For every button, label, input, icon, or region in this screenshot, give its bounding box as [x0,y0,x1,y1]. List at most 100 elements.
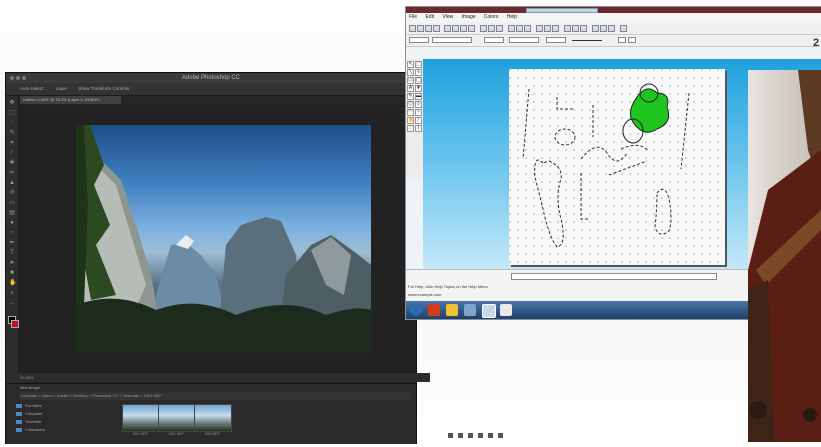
bold-icon[interactable] [536,25,543,32]
cut-icon[interactable] [444,25,451,32]
fill-tool-icon[interactable]: ▼ [415,85,422,92]
arrow-end-field[interactable] [628,37,636,43]
auto-select-label[interactable]: Auto-Select: [20,86,45,91]
hand-tool-icon[interactable]: ✋ [9,280,16,286]
layer-dropdown[interactable]: Layer [56,86,67,91]
history-brush-icon[interactable]: ↺ [9,190,15,196]
underline-icon[interactable] [552,25,559,32]
app-icon-red[interactable] [428,304,440,316]
healing-tool-icon[interactable]: ✚ [9,160,15,166]
desktop-icon[interactable] [448,433,453,438]
brush-tool-icon[interactable]: ✏ [9,170,15,176]
eraser-tool-icon[interactable]: ▬ [415,93,422,100]
line-field[interactable] [509,37,539,43]
type-tool-icon[interactable]: T [9,250,15,256]
hand-tool-icon[interactable]: ✋ [407,117,414,124]
tree-item[interactable]: Yosemite [16,418,111,426]
document-icon[interactable] [500,304,512,316]
menu-file[interactable]: File [409,14,417,20]
color-fill-icon[interactable] [592,25,599,32]
desktop-icon[interactable] [498,433,503,438]
blur-tool-icon[interactable]: ● [9,220,15,226]
menu-colors[interactable]: Colors [484,14,498,20]
pointer-tool-icon[interactable]: ↖ [407,61,414,68]
size-field[interactable] [484,37,504,43]
zoom-in-icon[interactable] [480,25,487,32]
quick-select-tool-icon[interactable]: ✎ [9,130,15,136]
background-color-swatch[interactable] [11,320,19,328]
move-tool-icon[interactable]: ✥ [9,100,15,106]
tree-item[interactable]: Computer [16,410,111,418]
curve-tool-icon[interactable]: ∿ [415,69,422,76]
desktop-icon[interactable] [488,433,493,438]
menu-help[interactable]: Help [507,14,517,20]
text-tool-icon[interactable]: A [407,85,414,92]
desktop-icon[interactable] [458,433,463,438]
close-dot[interactable] [10,76,14,80]
stamp-tool-icon[interactable]: ▲ [9,180,15,186]
spray-tool-icon[interactable]: ∴ [407,125,414,132]
brush-tool-icon[interactable]: ⌇ [415,125,422,132]
app-icon-blue[interactable] [464,304,476,316]
menu-view[interactable]: View [442,14,453,20]
thumbnail[interactable] [158,404,196,432]
menu-edit[interactable]: Edit [425,14,434,20]
line-tool-icon[interactable]: ╲ [407,69,414,76]
mini-bridge-path[interactable]: Computer > Users > Adobe > Desktop > Pho… [20,392,410,400]
zoom-level[interactable]: 33.33% [20,375,34,380]
eyedropper-tool-icon[interactable]: ⁄ [9,150,15,156]
arrow-start-field[interactable] [618,37,626,43]
eraser-tool-icon[interactable]: ▭ [9,200,15,206]
zoom-tool-icon[interactable]: ⌕ [415,101,422,108]
tree-item[interactable]: Favorites [16,402,111,410]
width-field[interactable] [546,37,566,43]
start-button-icon[interactable] [410,304,422,316]
desktop-icon[interactable] [478,433,483,438]
polygon-tool-icon[interactable]: ⬠ [407,101,414,108]
rotate-icon[interactable] [564,25,571,32]
style-field[interactable] [409,37,429,43]
print-icon[interactable] [433,25,440,32]
paint-app-icon[interactable] [482,304,496,318]
line-color-icon[interactable] [600,25,607,32]
text-color-icon[interactable] [608,25,615,32]
horizontal-scrollbar[interactable] [511,273,717,280]
ellipse-tool-icon[interactable]: ◯ [415,77,422,84]
italic-icon[interactable] [544,25,551,32]
copy-icon[interactable] [452,25,459,32]
show-transform-checkbox[interactable]: Show Transform Controls [78,86,129,91]
maximize-dot[interactable] [22,76,26,80]
help-icon[interactable] [620,25,627,32]
folder-icon[interactable] [446,304,458,316]
menu-image[interactable]: Image [462,14,476,20]
marquee-tool-icon[interactable]: ⬚ [9,110,15,116]
align-left-icon[interactable] [508,25,515,32]
freeform-tool-icon[interactable]: ~ [415,109,422,116]
shape-tool-icon[interactable]: ■ [9,270,15,276]
save-icon[interactable] [425,25,432,32]
tree-item[interactable]: Collections [16,426,111,434]
pencil-tool-icon[interactable]: ✎ [407,93,414,100]
desktop-icon[interactable] [468,433,473,438]
open-icon[interactable] [417,25,424,32]
minimize-dot[interactable] [16,76,20,80]
crop-tool-icon[interactable]: ⌗ [9,140,15,146]
new-icon[interactable] [409,25,416,32]
paste-icon[interactable] [460,25,467,32]
flip-icon[interactable] [572,25,579,32]
group-icon[interactable] [580,25,587,32]
select-tool-icon[interactable]: ⬚ [415,61,422,68]
dropper-tool-icon[interactable]: ⁄ [415,117,422,124]
zoom-out-icon[interactable] [488,25,495,32]
arc-tool-icon[interactable]: ◠ [407,109,414,116]
gradient-tool-icon[interactable]: ▤ [9,210,15,216]
undo-icon[interactable] [468,25,475,32]
dodge-tool-icon[interactable]: ○ [9,230,15,236]
drawing-canvas[interactable] [509,69,725,265]
thumbnail[interactable] [122,404,160,432]
edit-toolbar-icon[interactable]: … [9,300,15,306]
lasso-tool-icon[interactable]: ◌ [9,120,15,126]
rect-tool-icon[interactable]: ▭ [407,77,414,84]
align-right-icon[interactable] [524,25,531,32]
thumbnail[interactable] [194,404,232,432]
